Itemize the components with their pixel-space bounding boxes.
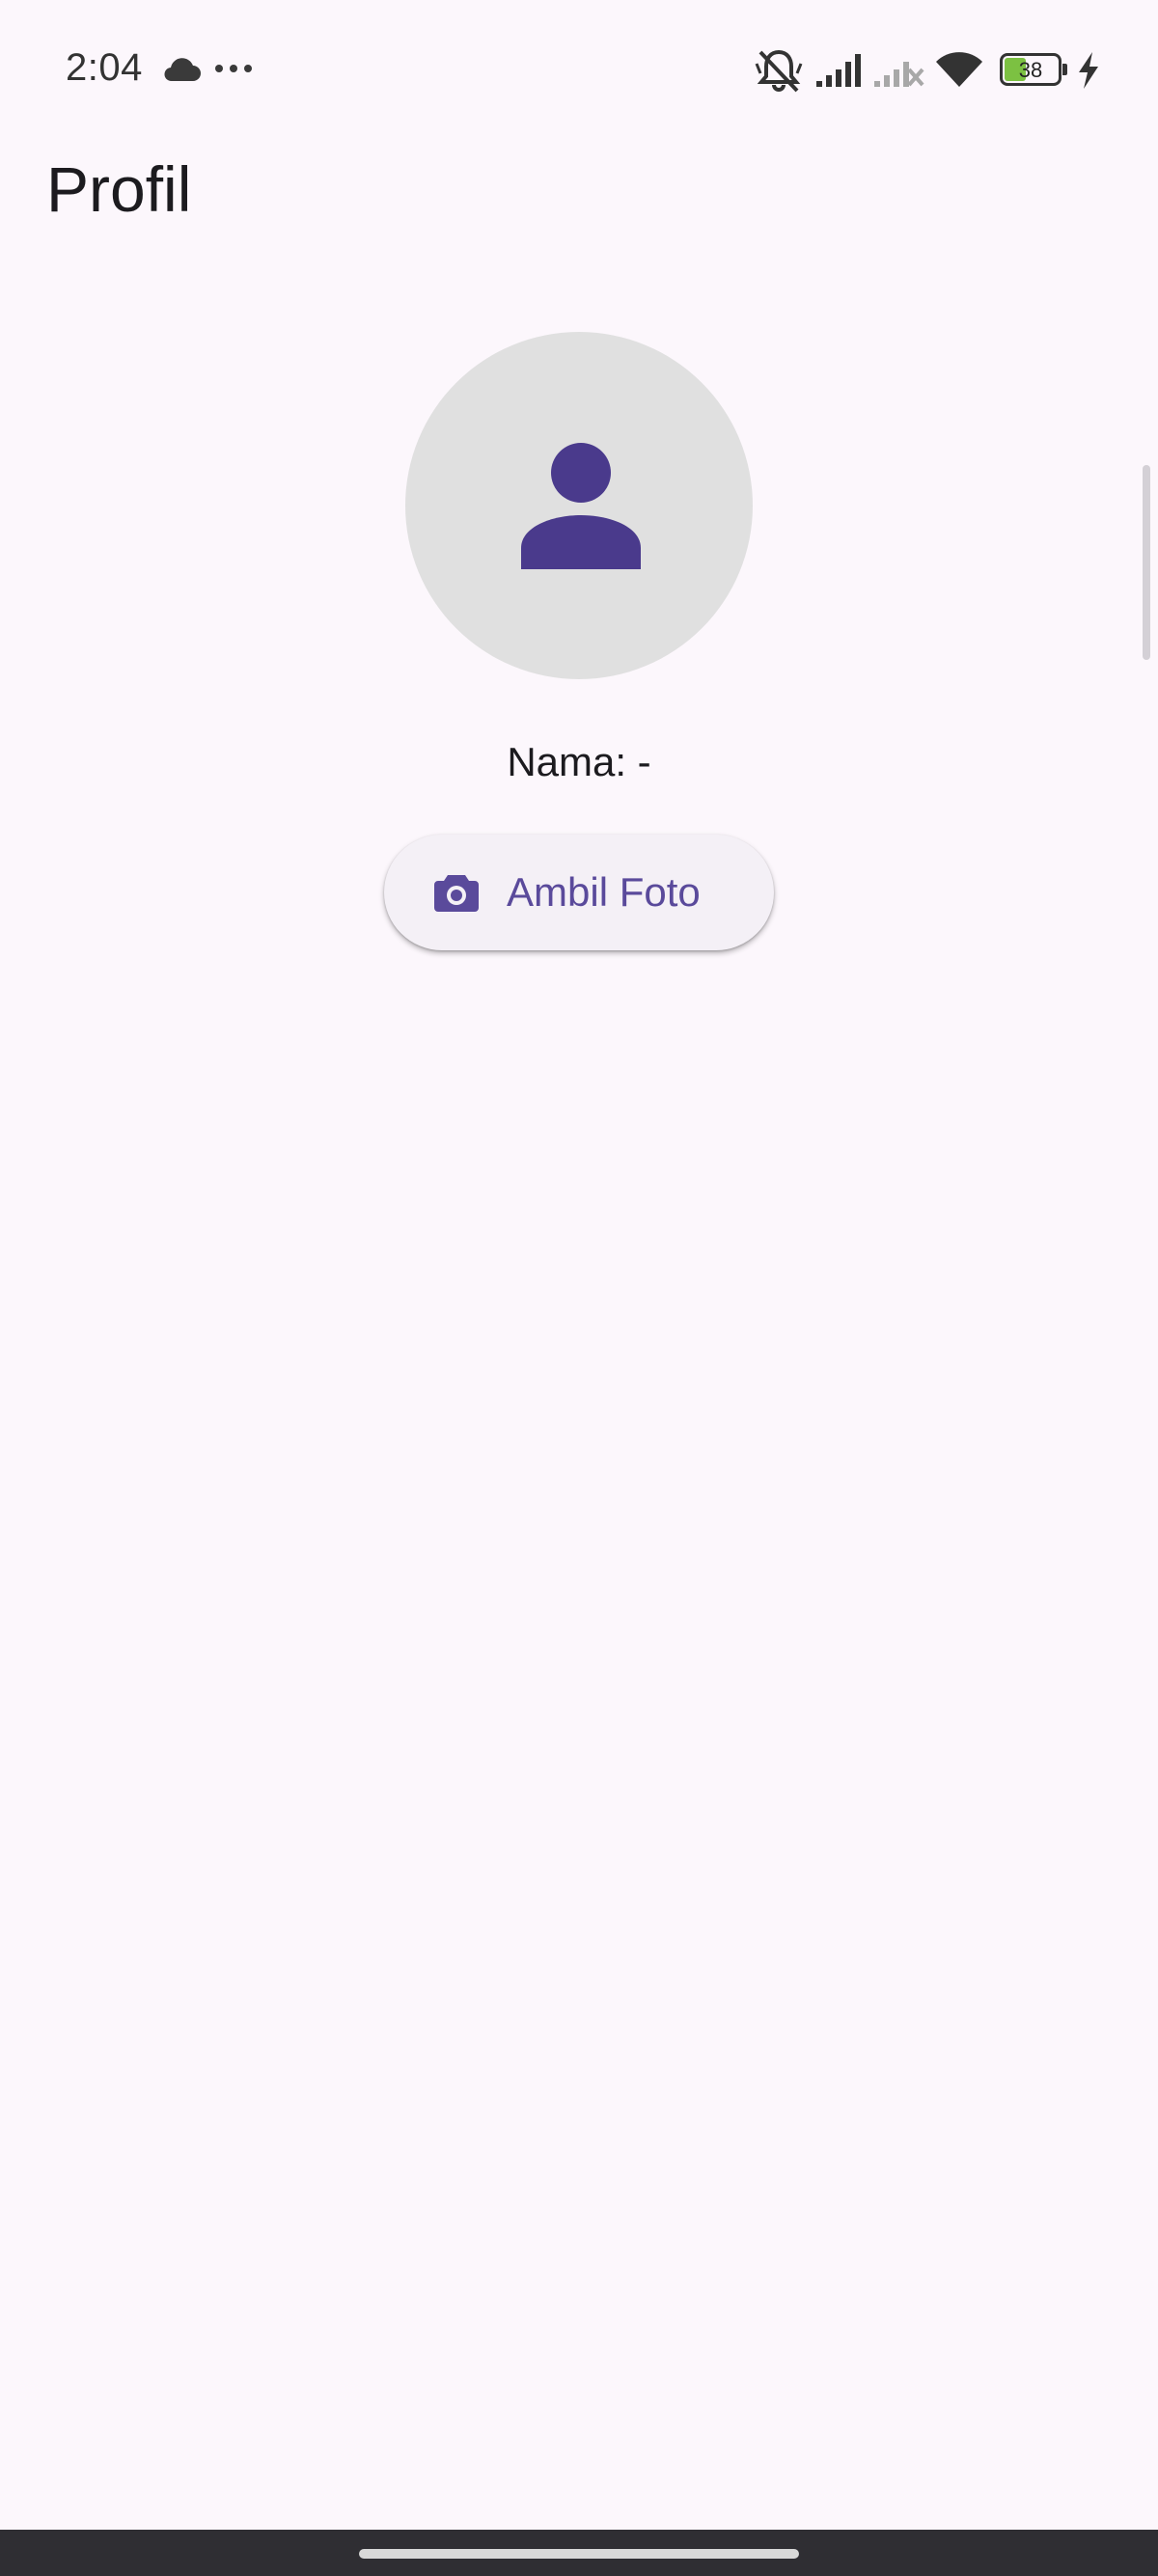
silent-mode-icon — [755, 49, 803, 93]
name-label: Nama: - — [507, 739, 651, 784]
status-bar: 2:04 38 — [0, 0, 1158, 135]
status-time: 2:04 — [66, 46, 143, 89]
battery-icon: 38 — [1000, 53, 1067, 86]
home-handle[interactable] — [359, 2549, 799, 2559]
take-photo-label: Ambil Foto — [507, 869, 701, 915]
signal-icon — [816, 54, 861, 87]
battery-level: 38 — [1018, 58, 1043, 82]
wifi-icon — [936, 52, 982, 87]
cloud-icon — [164, 58, 201, 82]
charging-icon — [1079, 52, 1098, 89]
camera-icon — [434, 875, 479, 912]
signal-no-service-icon — [874, 62, 924, 87]
person-icon — [521, 443, 641, 569]
page-title: Profil — [46, 153, 192, 225]
more-dots-icon — [215, 65, 252, 72]
scrollbar[interactable] — [1143, 465, 1150, 660]
navigation-bar — [0, 2530, 1158, 2576]
profile-screen: 2:04 38 Profil Nama: - Ambil Foto — [0, 0, 1158, 2576]
avatar — [405, 332, 753, 679]
take-photo-button[interactable]: Ambil Foto — [384, 835, 774, 950]
